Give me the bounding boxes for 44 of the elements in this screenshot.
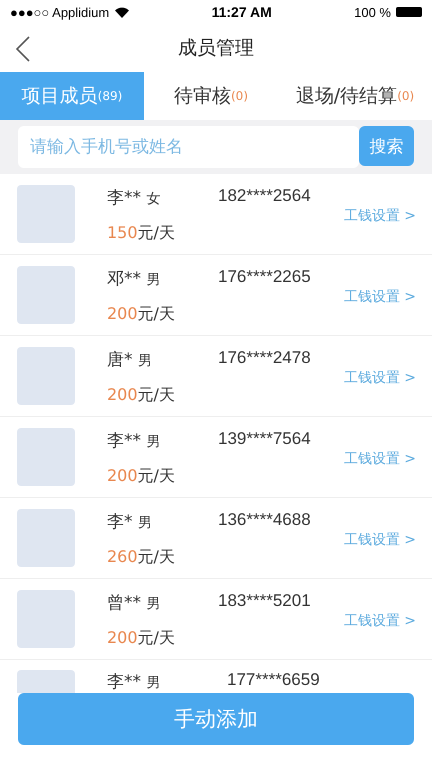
back-icon[interactable] [16,36,30,62]
daily-wage: 200元/天 [107,385,176,406]
wifi-icon [115,6,130,18]
wage-settings-link[interactable]: 工钱设置 > [344,450,416,468]
phone-number: 177****6659 [227,670,321,690]
daily-wage: 260元/天 [107,547,176,568]
avatar-placeholder [17,670,75,693]
avatar-placeholder [17,428,75,486]
daily-wage: 200元/天 [107,466,176,487]
battery-icon [396,7,422,17]
member-name: 李** 男 [107,430,162,452]
wage-settings-link[interactable]: 工钱设置 > [344,207,416,225]
phone-number: 176****2265 [218,266,312,287]
wage-settings-link[interactable]: 工钱设置 > [344,288,416,306]
avatar-placeholder [17,266,75,324]
member-name: 曾** 男 [107,592,162,614]
avatar-placeholder [17,590,75,648]
member-name: 李** 男 [107,671,162,693]
wage-settings-link[interactable]: 工钱设置 > [344,612,416,630]
phone-number: 139****7564 [218,428,312,449]
daily-wage: 150元/天 [107,223,176,244]
wage-settings-link[interactable]: 工钱设置 > [344,369,416,387]
phone-number: 136****4688 [218,509,312,530]
member-name: 李* 男 [107,511,153,533]
phone-number: 183****5201 [218,590,312,611]
search-button[interactable]: 搜索 [359,126,414,166]
phone-number: 176****2478 [218,347,312,368]
daily-wage: 200元/天 [107,304,176,325]
member-name: 李** 女 [107,187,162,209]
battery-percent: 100 % [354,4,391,20]
phone-number: 182****2564 [218,185,312,206]
tab[interactable]: 项目成员(89) [0,72,144,120]
add-manually-button[interactable]: 手动添加 [18,693,414,745]
page-title: 成员管理 [178,36,254,61]
avatar-placeholder [17,347,75,405]
wage-settings-link[interactable]: 工钱设置 > [344,531,416,549]
avatar-placeholder [17,509,75,567]
member-name: 邓** 男 [107,268,162,290]
avatar-placeholder [17,185,75,243]
carrier-signal: ●●●○○ Applidium [10,4,110,20]
search-field[interactable]: 请输入手机号或姓名 [18,126,359,168]
status-time: 11:27 AM [212,4,272,20]
daily-wage: 200元/天 [107,628,176,649]
member-name: 唐* 男 [107,349,153,371]
